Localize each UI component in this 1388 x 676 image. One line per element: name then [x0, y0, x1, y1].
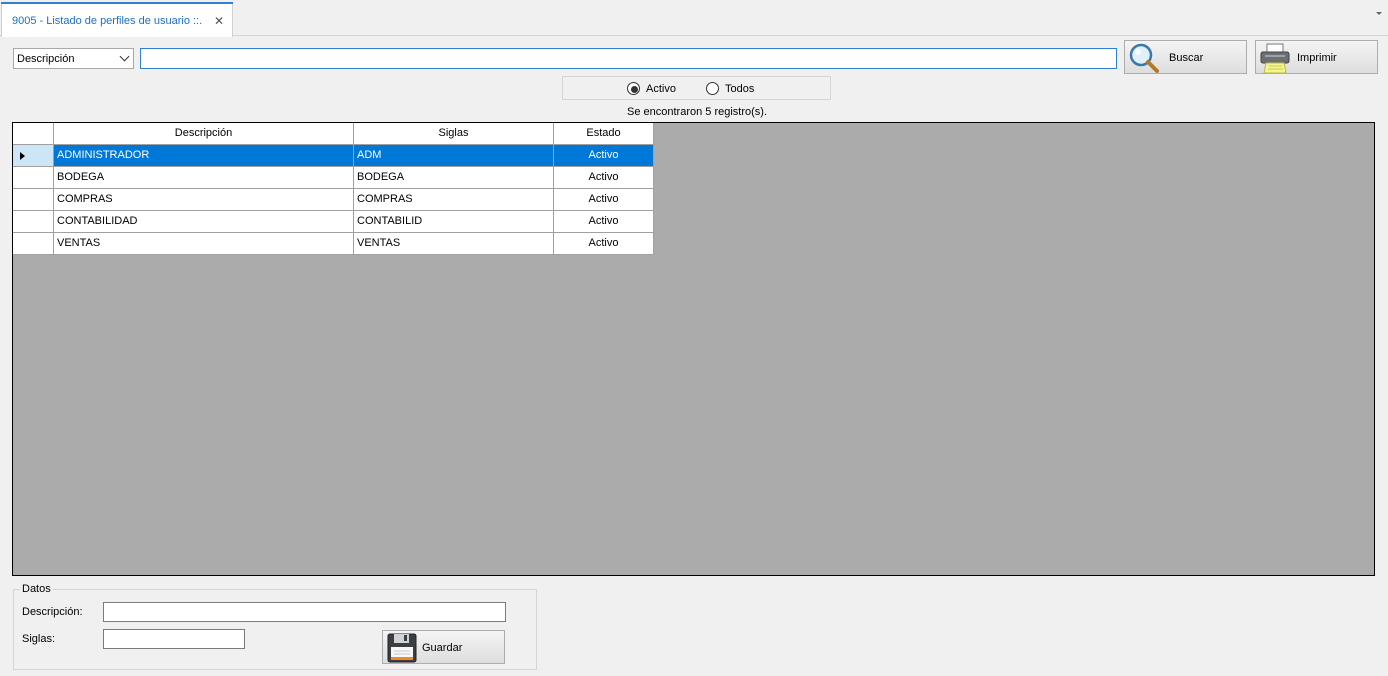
tab-title: 9005 - Listado de perfiles de usuario ::…	[12, 15, 203, 27]
radio-circle	[627, 82, 640, 95]
cell-descripcion[interactable]: ADMINISTRADOR	[54, 145, 354, 167]
magnifier-icon	[1129, 43, 1159, 73]
table-row[interactable]: CONTABILIDAD CONTABILID Activo	[13, 211, 654, 233]
grid-header-row: Descripción Siglas Estado	[13, 123, 654, 145]
close-icon[interactable]: ✕	[214, 14, 224, 28]
row-header[interactable]	[13, 145, 54, 167]
datos-legend: Datos	[20, 583, 53, 595]
cell-descripcion[interactable]: VENTAS	[54, 233, 354, 255]
radio-activo-label: Activo	[646, 83, 676, 95]
radio-todos[interactable]: Todos	[706, 82, 766, 96]
guardar-button[interactable]: Guardar	[382, 630, 505, 664]
cell-siglas[interactable]: COMPRAS	[354, 189, 554, 211]
descripcion-label: Descripción:	[22, 606, 83, 618]
column-header-descripcion[interactable]: Descripción	[54, 123, 354, 145]
cell-estado[interactable]: Activo	[554, 167, 654, 189]
radio-circle	[706, 82, 719, 95]
perfiles-grid[interactable]: Descripción Siglas Estado ADMINISTRADOR …	[12, 122, 1375, 576]
table-row[interactable]: ADMINISTRADOR ADM Activo	[13, 145, 654, 167]
cell-estado[interactable]: Activo	[554, 211, 654, 233]
siglas-field[interactable]	[103, 629, 245, 649]
row-header[interactable]	[13, 211, 54, 233]
imprimir-label: Imprimir	[1297, 52, 1337, 64]
cell-estado[interactable]: Activo	[554, 145, 654, 167]
buscar-label: Buscar	[1169, 52, 1204, 64]
tab-active-indicator	[1, 2, 233, 4]
radio-todos-label: Todos	[725, 83, 755, 95]
imprimir-button[interactable]: Imprimir	[1255, 40, 1378, 74]
radio-checked-dot	[631, 86, 638, 93]
column-header-estado[interactable]: Estado	[554, 123, 654, 145]
current-row-arrow-icon	[20, 152, 25, 160]
printer-icon	[1260, 43, 1290, 74]
chevron-down-icon	[119, 51, 130, 62]
cell-descripcion[interactable]: CONTABILIDAD	[54, 211, 354, 233]
grid-corner-header[interactable]	[13, 123, 54, 145]
descripcion-field[interactable]	[103, 602, 506, 622]
table-row[interactable]: BODEGA BODEGA Activo	[13, 167, 654, 189]
tab-perfiles-usuario[interactable]: 9005 - Listado de perfiles de usuario ::…	[1, 2, 233, 37]
table-row[interactable]: COMPRAS COMPRAS Activo	[13, 189, 654, 211]
cell-descripcion[interactable]: BODEGA	[54, 167, 354, 189]
record-count-text: Se encontraron 5 registro(s).	[627, 106, 768, 118]
cell-siglas[interactable]: VENTAS	[354, 233, 554, 255]
estado-filter-group: Activo Todos	[562, 76, 831, 100]
guardar-label: Guardar	[422, 642, 463, 654]
row-header[interactable]	[13, 189, 54, 211]
cell-estado[interactable]: Activo	[554, 233, 654, 255]
cell-siglas[interactable]: BODEGA	[354, 167, 554, 189]
cell-descripcion[interactable]: COMPRAS	[54, 189, 354, 211]
radio-activo[interactable]: Activo	[627, 82, 687, 96]
search-field-selected: Descripción	[17, 53, 75, 65]
column-header-siglas[interactable]: Siglas	[354, 123, 554, 145]
search-input[interactable]	[140, 48, 1117, 69]
cell-siglas[interactable]: ADM	[354, 145, 554, 167]
search-field-dropdown[interactable]: Descripción	[13, 48, 134, 69]
floppy-disk-icon	[387, 633, 417, 663]
row-header[interactable]	[13, 167, 54, 189]
row-header[interactable]	[13, 233, 54, 255]
table-row[interactable]: VENTAS VENTAS Activo	[13, 233, 654, 255]
siglas-label: Siglas:	[22, 633, 56, 645]
buscar-button[interactable]: Buscar	[1124, 40, 1247, 74]
cell-siglas[interactable]: CONTABILID	[354, 211, 554, 233]
cell-estado[interactable]: Activo	[554, 189, 654, 211]
tab-strip: 9005 - Listado de perfiles de usuario ::…	[0, 0, 1388, 37]
tab-overflow-chevron-icon[interactable]	[1376, 12, 1382, 15]
